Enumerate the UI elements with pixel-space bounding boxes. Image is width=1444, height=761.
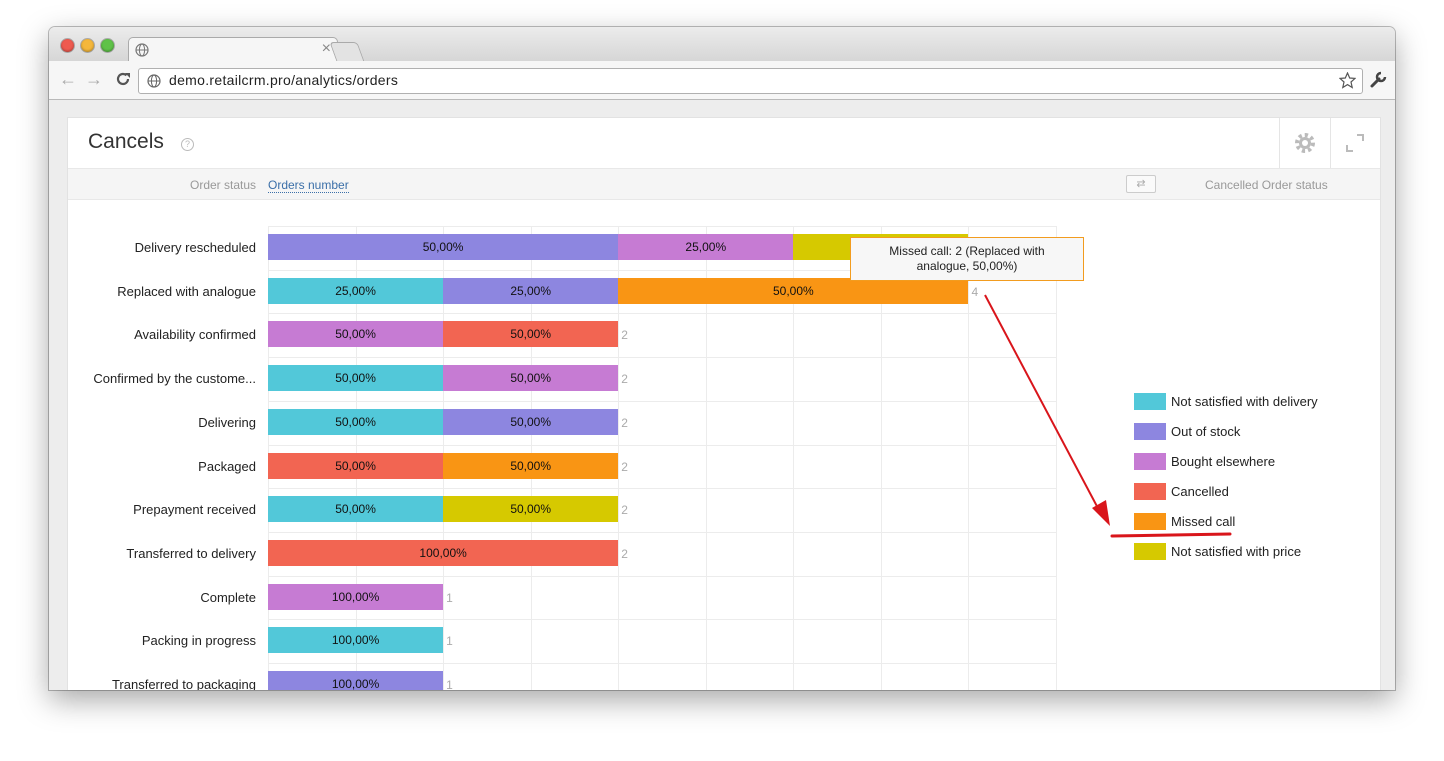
annotation-arrow (984, 294, 1232, 538)
legend-underline (1110, 532, 1232, 538)
annotation-arrow-line (984, 294, 1101, 513)
